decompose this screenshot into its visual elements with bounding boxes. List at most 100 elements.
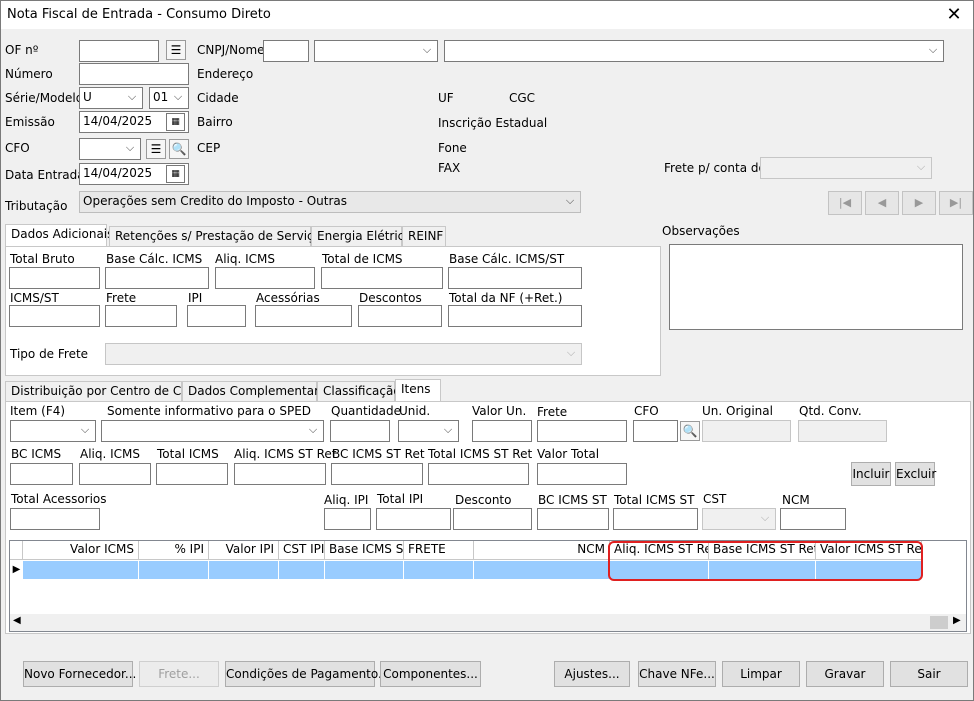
zoom-search-icon[interactable]: 🔍 <box>169 139 189 159</box>
base-icms-label: Base Cálc. ICMS <box>106 252 203 266</box>
tab-dados-adicionais[interactable]: Dados Adicionais <box>5 224 113 246</box>
numero-input[interactable] <box>79 63 189 85</box>
desconto-label: Desconto <box>455 493 512 507</box>
next-record-button[interactable]: ▶ <box>902 191 936 215</box>
icms-st-input[interactable] <box>9 305 100 327</box>
bc-icms-input[interactable] <box>10 463 73 485</box>
aliq-icms-st-ret-input[interactable] <box>234 463 326 485</box>
base-icms-input[interactable] <box>105 267 209 289</box>
total-ipi-input[interactable] <box>376 508 451 530</box>
frete-button[interactable]: Frete... <box>139 661 219 687</box>
last-record-button[interactable]: ▶| <box>939 191 973 215</box>
col-base-icms-st[interactable]: Base ICMS ST <box>325 541 404 560</box>
sair-button[interactable]: Sair <box>890 661 968 687</box>
scroll-right-icon[interactable]: ▶ <box>953 615 961 626</box>
desconto-input[interactable] <box>453 508 532 530</box>
frete-input[interactable] <box>105 305 177 327</box>
total-bruto-input[interactable] <box>9 267 100 289</box>
aliq-icms-item-input[interactable] <box>79 463 151 485</box>
col-valor-ipi[interactable]: Valor IPI <box>209 541 279 560</box>
item-select[interactable]: ⌵ <box>10 420 96 442</box>
chave-nfe-button[interactable]: Chave NFe... <box>638 661 716 687</box>
nome-select[interactable]: ⌵ <box>444 40 944 62</box>
total-icms-item-input[interactable] <box>156 463 228 485</box>
ipi-input[interactable] <box>187 305 246 327</box>
table-row-cell[interactable] <box>279 561 325 579</box>
observacoes-textarea[interactable] <box>669 244 963 330</box>
tab-retencoes[interactable]: Retenções s/ Prestação de Serviços <box>109 226 327 246</box>
list-icon[interactable]: ☰ <box>166 40 186 60</box>
total-icms-input[interactable] <box>321 267 443 289</box>
col-cst-ipi[interactable]: CST IPI <box>279 541 325 560</box>
modelo-select[interactable]: 01 ⌵ <box>149 87 189 109</box>
incluir-button[interactable]: Incluir <box>851 462 891 486</box>
frete-item-input[interactable] <box>537 420 627 442</box>
table-row-cell[interactable] <box>139 561 209 579</box>
col-ncm[interactable]: NCM <box>474 541 610 560</box>
window-title: Nota Fiscal de Entrada - Consumo Direto <box>7 7 271 22</box>
col-perc-ipi[interactable]: % IPI <box>139 541 209 560</box>
cst-select[interactable]: ⌵ <box>702 508 776 530</box>
tab-itens[interactable]: Itens <box>395 379 441 401</box>
novo-fornecedor-button[interactable]: Novo Fornecedor... <box>23 661 136 687</box>
table-row-cell[interactable] <box>404 561 474 579</box>
total-icms-st-ret-input[interactable] <box>428 463 529 485</box>
qtd-conv-input[interactable] <box>798 420 887 442</box>
bc-icms-st-input[interactable] <box>537 508 609 530</box>
valor-un-input[interactable] <box>472 420 532 442</box>
table-row-cell[interactable] <box>325 561 404 579</box>
calendar-icon[interactable]: ▦ <box>166 165 185 183</box>
cfo-item-input[interactable] <box>633 420 678 442</box>
valor-total-input[interactable] <box>537 463 627 485</box>
acessorias-label: Acessórias <box>256 291 320 305</box>
table-row-cell[interactable] <box>474 561 610 579</box>
cfo-select[interactable]: ⌵ <box>79 138 141 160</box>
tributacao-select[interactable]: Operações sem Credito do Imposto - Outra… <box>79 191 581 213</box>
componentes-button[interactable]: Componentes... <box>380 661 481 687</box>
prev-record-button[interactable]: ◀ <box>865 191 899 215</box>
total-nf-label: Total da NF (+Ret.) <box>449 291 563 305</box>
somente-select[interactable]: ⌵ <box>101 420 324 442</box>
acessorias-input[interactable] <box>255 305 352 327</box>
ncm-input[interactable] <box>780 508 846 530</box>
aliq-ipi-input[interactable] <box>324 508 371 530</box>
tab-classificacao[interactable]: Classificação <box>317 381 401 401</box>
descontos-input[interactable] <box>358 305 442 327</box>
ajustes-button[interactable]: Ajustes... <box>554 661 630 687</box>
cnpj-select[interactable]: ⌵ <box>314 40 438 62</box>
condicoes-pagamento-button[interactable]: Condições de Pagamento... <box>225 661 389 687</box>
list-icon[interactable]: ☰ <box>146 139 166 159</box>
total-icms-st-input[interactable] <box>613 508 698 530</box>
table-row-cell[interactable] <box>209 561 279 579</box>
base-icms-st-input[interactable] <box>448 267 582 289</box>
calendar-icon[interactable]: ▦ <box>166 113 185 131</box>
cnpj-code-input[interactable] <box>263 40 309 62</box>
gravar-button[interactable]: Gravar <box>806 661 884 687</box>
tab-energia-eletrica[interactable]: Energia Elétrica <box>311 226 412 246</box>
tab-distribuicao[interactable]: Distribuição por Centro de Custo <box>5 381 207 401</box>
excluir-button[interactable]: Excluir <box>895 462 936 486</box>
col-frete[interactable]: FRETE <box>404 541 474 560</box>
zoom-search-icon[interactable]: 🔍 <box>680 421 700 441</box>
total-nf-input[interactable] <box>448 305 582 327</box>
scroll-thumb[interactable] <box>930 616 948 629</box>
serie-select[interactable]: U ⌵ <box>79 87 143 109</box>
table-row-cell[interactable] <box>23 561 139 579</box>
quantidade-input[interactable] <box>330 420 390 442</box>
bc-icms-st-ret-input[interactable] <box>331 463 423 485</box>
tab-dados-complementares[interactable]: Dados Complementares <box>182 381 332 401</box>
tipo-frete-select[interactable]: ⌵ <box>105 343 582 365</box>
aliq-icms-input[interactable] <box>215 267 315 289</box>
first-record-button[interactable]: |◀ <box>828 191 862 215</box>
limpar-button[interactable]: Limpar <box>722 661 800 687</box>
tab-reinf[interactable]: REINF <box>402 226 446 246</box>
un-original-input[interactable] <box>702 420 791 442</box>
col-valor-icms[interactable]: Valor ICMS <box>23 541 139 560</box>
close-icon[interactable]: ✕ <box>941 3 967 27</box>
horizontal-scrollbar[interactable]: ◀ ▶ <box>10 614 966 631</box>
total-acessorios-input[interactable] <box>10 508 100 530</box>
of-input[interactable] <box>79 40 159 62</box>
frete-conta-select[interactable]: ⌵ <box>760 157 932 179</box>
unid-select[interactable]: ⌵ <box>398 420 459 442</box>
scroll-left-icon[interactable]: ◀ <box>13 615 21 626</box>
